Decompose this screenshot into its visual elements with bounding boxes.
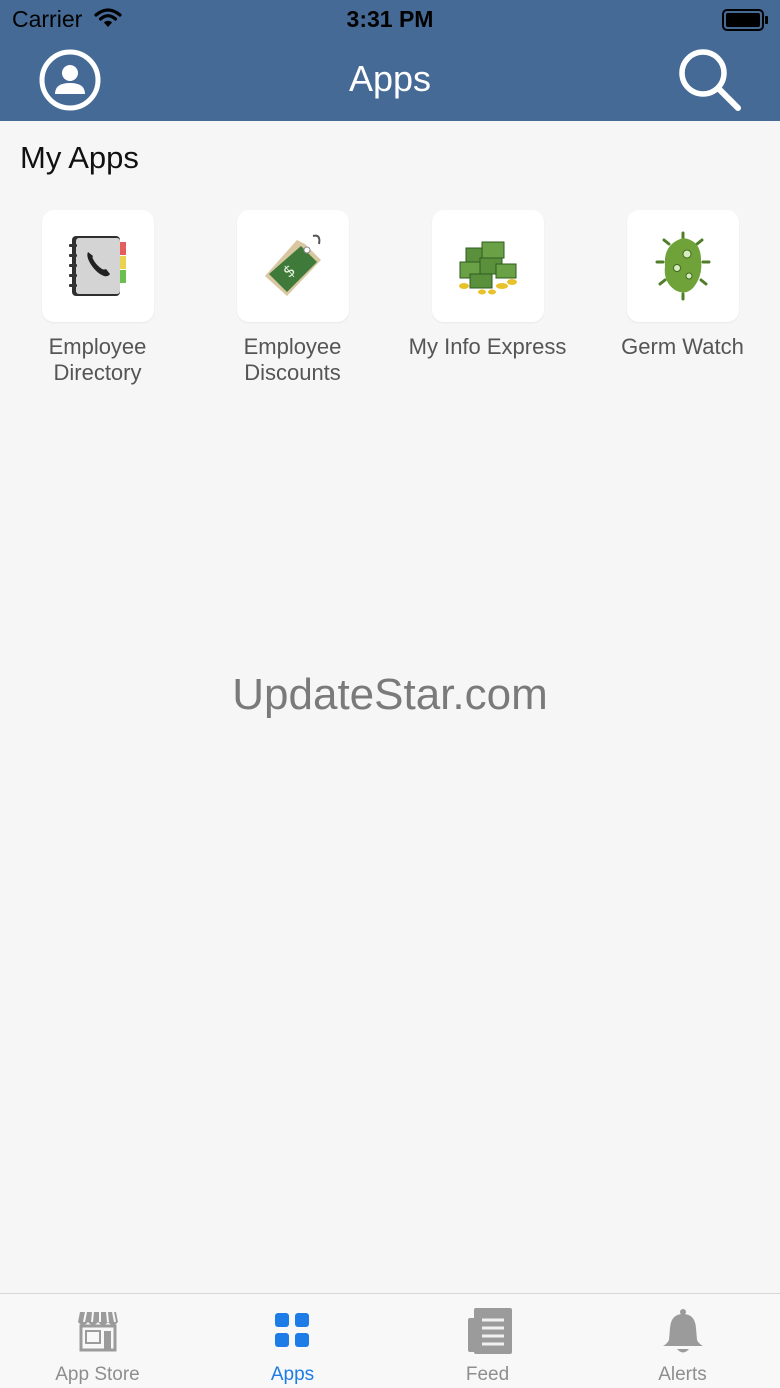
page-title: Apps [348, 58, 432, 99]
grid-icon [275, 1313, 309, 1347]
app-icon-frame[interactable]: $ [237, 210, 349, 322]
status-bar: Carrier 3:31 PM [0, 0, 780, 40]
tab-label: App Store [55, 1364, 140, 1385]
tab-feed[interactable]: Feed [390, 1294, 585, 1388]
address-book-icon [69, 236, 126, 296]
app-tile-employee-discounts[interactable]: $ Employee Discounts [195, 210, 390, 400]
app-label: Employee Discounts [243, 334, 342, 385]
newspaper-icon [468, 1308, 512, 1354]
app-label: Germ Watch [621, 334, 744, 359]
app-tile-germ-watch[interactable]: Germ Watch [585, 210, 780, 400]
tab-bar: App Store Apps Feed Alerts [0, 1293, 780, 1388]
watermark: UpdateStar.com [232, 670, 548, 719]
apps-grid: EmployeeDirectory $ EmployeeDiscounts [0, 210, 780, 410]
app-label: My Info Express [408, 334, 567, 359]
tab-app-store[interactable]: App Store [0, 1294, 195, 1388]
tab-apps[interactable]: Apps [195, 1294, 390, 1388]
tab-label: Feed [465, 1364, 510, 1385]
app-icon-frame[interactable] [432, 210, 544, 322]
section-title: My Apps [20, 140, 139, 175]
app-icon-frame[interactable] [627, 210, 739, 322]
price-tag-icon: $ [265, 234, 321, 296]
app-tile-employee-directory[interactable]: Employee Directory [0, 210, 195, 400]
app-label: Employee Directory [48, 334, 147, 385]
battery-icon [722, 8, 770, 37]
bell-icon [663, 1309, 703, 1353]
status-time: 3:31 PM [346, 6, 434, 32]
money-stack-icon [459, 241, 517, 295]
search-icon [679, 49, 741, 111]
header: Carrier 3:31 PM Apps [0, 0, 780, 121]
germ-icon [655, 231, 711, 301]
tab-alerts[interactable]: Alerts [585, 1294, 780, 1388]
app-icon-frame[interactable] [42, 210, 154, 322]
tab-label: Apps [270, 1364, 315, 1385]
search-button[interactable] [676, 46, 742, 112]
app-tile-my-info-express[interactable]: My Info Express [390, 210, 585, 400]
storefront-icon [78, 1311, 118, 1352]
tab-label: Alerts [658, 1364, 707, 1385]
